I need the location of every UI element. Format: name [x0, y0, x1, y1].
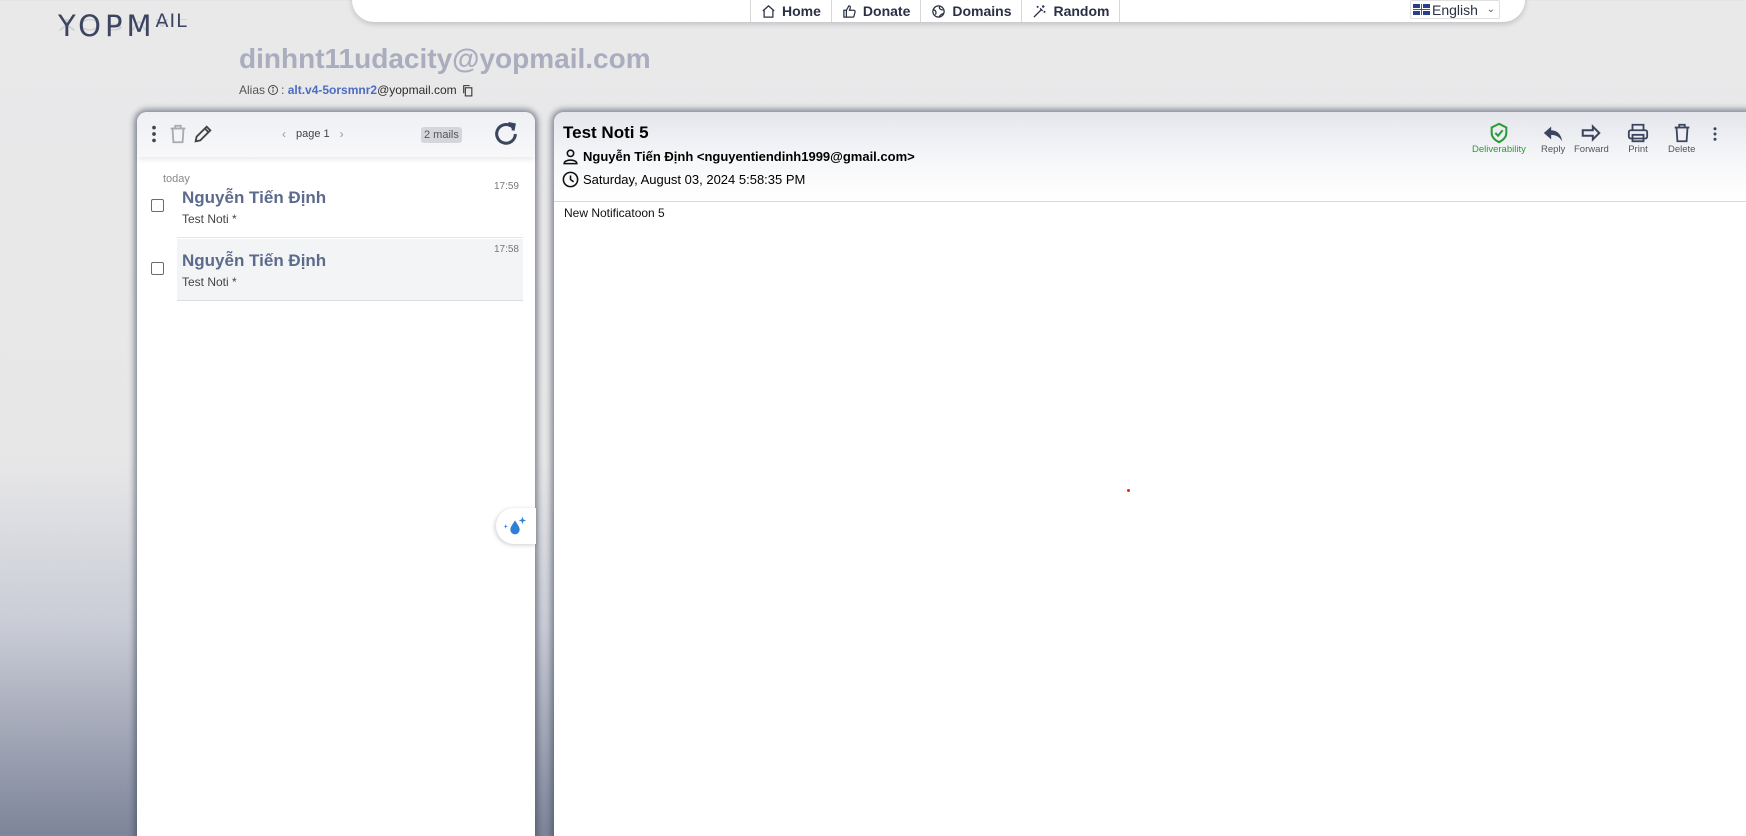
mail-sender: Nguyễn Tiến Định	[182, 251, 327, 270]
top-nav-bar: Home Donate Domains Random English ⌄	[352, 0, 1525, 22]
trash-icon	[1674, 123, 1690, 143]
alias-value[interactable]: alt.v4-5orsmnr2	[288, 83, 377, 97]
alias-domain: @yopmail.com	[377, 83, 457, 97]
uk-flag-icon	[1413, 4, 1430, 15]
chevron-left-icon[interactable]: ‹	[282, 127, 286, 141]
reply-button[interactable]: Reply	[1541, 122, 1565, 155]
forward-arrow-icon	[1582, 124, 1602, 142]
refresh-icon[interactable]	[492, 120, 520, 148]
main-nav: Home Donate Domains Random	[750, 0, 1121, 22]
printer-icon	[1627, 123, 1649, 143]
shield-check-icon	[1490, 122, 1508, 144]
deliverability-label: Deliverability	[1472, 144, 1526, 155]
alias-label: Alias	[239, 83, 266, 97]
compose-pencil-icon[interactable]	[192, 123, 214, 145]
nav-donate[interactable]: Donate	[830, 0, 920, 22]
message-from-line: Nguyễn Tiến Định <nguyentiendinh1999@gma…	[561, 147, 915, 166]
message-panel: Test Noti 5 Nguyễn Tiến Định <nguyentien…	[554, 112, 1746, 836]
message-sender: Nguyễn Tiến Định <nguyentiendinh1999@gma…	[583, 149, 915, 164]
chevron-down-icon: ⌄	[1486, 4, 1495, 15]
mail-time: 17:58	[493, 244, 519, 255]
logo-reflection: YOPMAIL	[58, 15, 188, 34]
nav-home-label: Home	[782, 3, 821, 19]
mail-count-badge: 2 mails	[421, 127, 462, 143]
cursor-dot	[1127, 489, 1130, 492]
print-label: Print	[1628, 144, 1648, 155]
reply-label: Reply	[1541, 144, 1566, 155]
mail-list-item-selected[interactable]: Nguyễn Tiến Định Test Noti * 17:58	[151, 239, 523, 301]
message-body: New Notificatoon 5	[564, 206, 665, 220]
page-label: page 1	[296, 128, 330, 140]
reply-icon	[1543, 126, 1563, 142]
nav-domains-label: Domains	[952, 3, 1012, 19]
message-subject: Test Noti 5	[563, 123, 649, 142]
mail-time: 17:59	[493, 181, 519, 192]
nav-donate-label: Donate	[862, 3, 911, 19]
language-select[interactable]: English ⌄	[1410, 0, 1500, 19]
water-drop-sparkle-icon	[503, 516, 527, 535]
pager: ‹ page 1 ›	[282, 127, 344, 141]
inbox-address: dinhnt11udacity@yopmail.com	[239, 43, 651, 74]
mail-list-toolbar: ‹ page 1 › 2 mails	[137, 112, 535, 157]
message-date: Saturday, August 03, 2024 5:58:35 PM	[583, 172, 806, 187]
mail-list-panel: ‹ page 1 › 2 mails today Nguyễn Tiến Địn…	[137, 112, 535, 836]
delete-label: Delete	[1668, 144, 1696, 155]
magic-wand-icon	[1033, 4, 1046, 18]
nav-domains[interactable]: Domains	[920, 0, 1021, 22]
nav-home[interactable]: Home	[750, 0, 831, 22]
info-icon[interactable]	[267, 84, 279, 96]
thumbs-up-icon	[843, 4, 856, 18]
water-drop-button[interactable]	[496, 508, 536, 544]
clock-icon	[562, 171, 579, 188]
message-date-line: Saturday, August 03, 2024 5:58:35 PM	[561, 170, 805, 189]
language-label: English	[1432, 1, 1478, 18]
mail-checkbox[interactable]	[151, 262, 164, 275]
delete-button[interactable]: Delete	[1668, 122, 1695, 155]
mail-sender: Nguyễn Tiến Định	[182, 188, 327, 207]
print-button[interactable]: Print	[1627, 122, 1649, 155]
forward-label: Forward	[1574, 144, 1609, 155]
nav-random[interactable]: Random	[1021, 0, 1121, 22]
deliverability-button[interactable]: Deliverability	[1472, 122, 1526, 155]
nav-random-label: Random	[1053, 3, 1110, 19]
more-vertical-icon[interactable]	[1706, 123, 1724, 145]
message-header: Test Noti 5 Nguyễn Tiến Định <nguyentien…	[554, 112, 1746, 202]
more-vertical-icon[interactable]	[143, 123, 165, 145]
chevron-right-icon[interactable]: ›	[340, 127, 344, 141]
mail-subject: Test Noti *	[182, 212, 237, 226]
home-icon	[762, 4, 775, 18]
mail-checkbox[interactable]	[151, 199, 164, 212]
alias-separator: :	[281, 83, 285, 97]
forward-button[interactable]: Forward	[1574, 122, 1609, 155]
trash-icon[interactable]	[167, 123, 189, 145]
mail-list-item[interactable]: Nguyễn Tiến Định Test Noti * 17:59	[151, 176, 523, 238]
globe-icon	[932, 4, 946, 18]
person-icon	[563, 149, 578, 165]
yopmail-logo[interactable]: YOPMAIL YOPMAIL	[58, 4, 234, 60]
alias-line: Alias : alt.v4-5orsmnr2 @yopmail.com	[239, 83, 474, 97]
copy-icon[interactable]	[461, 84, 474, 97]
mail-subject: Test Noti *	[182, 275, 237, 289]
